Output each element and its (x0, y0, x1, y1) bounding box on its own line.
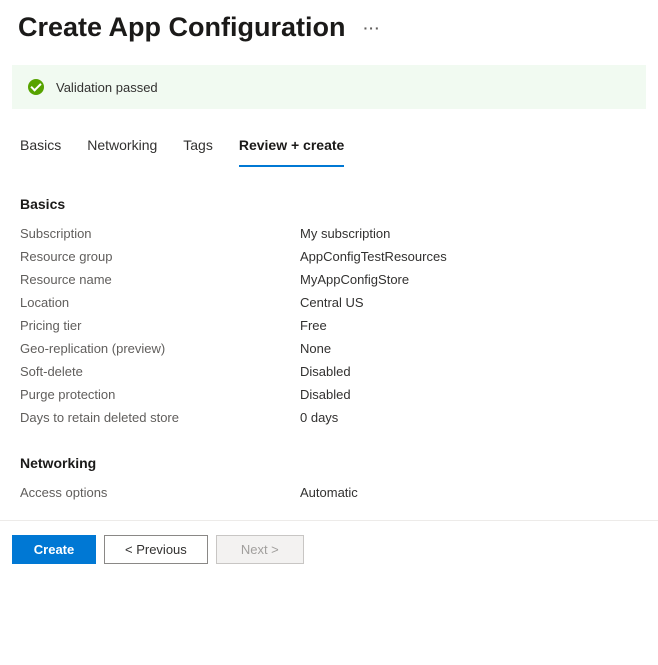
tab-networking[interactable]: Networking (87, 127, 157, 167)
label-access-options: Access options (20, 485, 300, 500)
value-resource-name: MyAppConfigStore (300, 272, 409, 287)
label-resource-name: Resource name (20, 272, 300, 287)
label-geo-replication: Geo-replication (preview) (20, 341, 300, 356)
row-retain-days: Days to retain deleted store 0 days (20, 410, 638, 425)
label-soft-delete: Soft-delete (20, 364, 300, 379)
row-access-options: Access options Automatic (20, 485, 638, 500)
label-resource-group: Resource group (20, 249, 300, 264)
value-subscription: My subscription (300, 226, 390, 241)
label-subscription: Subscription (20, 226, 300, 241)
value-resource-group: AppConfigTestResources (300, 249, 447, 264)
section-networking: Networking Access options Automatic (0, 455, 658, 500)
networking-heading: Networking (20, 455, 638, 471)
label-location: Location (20, 295, 300, 310)
row-soft-delete: Soft-delete Disabled (20, 364, 638, 379)
value-retain-days: 0 days (300, 410, 338, 425)
label-retain-days: Days to retain deleted store (20, 410, 300, 425)
row-pricing-tier: Pricing tier Free (20, 318, 638, 333)
validation-banner: Validation passed (12, 65, 646, 109)
row-purge-protection: Purge protection Disabled (20, 387, 638, 402)
checkmark-icon (28, 79, 44, 95)
value-location: Central US (300, 295, 364, 310)
section-basics: Basics Subscription My subscription Reso… (0, 196, 658, 425)
value-geo-replication: None (300, 341, 331, 356)
create-button[interactable]: Create (12, 535, 96, 564)
tab-basics[interactable]: Basics (20, 127, 61, 167)
footer: Create < Previous Next > (0, 520, 658, 578)
tab-review-create[interactable]: Review + create (239, 127, 344, 167)
tab-tags[interactable]: Tags (183, 127, 213, 167)
label-pricing-tier: Pricing tier (20, 318, 300, 333)
previous-button[interactable]: < Previous (104, 535, 208, 564)
row-subscription: Subscription My subscription (20, 226, 638, 241)
row-location: Location Central US (20, 295, 638, 310)
row-resource-group: Resource group AppConfigTestResources (20, 249, 638, 264)
value-pricing-tier: Free (300, 318, 327, 333)
validation-message: Validation passed (56, 80, 158, 95)
basics-heading: Basics (20, 196, 638, 212)
value-soft-delete: Disabled (300, 364, 351, 379)
page-title: Create App Configuration (18, 12, 346, 43)
tabs: Basics Networking Tags Review + create (0, 127, 658, 168)
row-resource-name: Resource name MyAppConfigStore (20, 272, 638, 287)
value-purge-protection: Disabled (300, 387, 351, 402)
more-icon[interactable]: ··· (364, 20, 381, 36)
next-button: Next > (216, 535, 304, 564)
value-access-options: Automatic (300, 485, 358, 500)
row-geo-replication: Geo-replication (preview) None (20, 341, 638, 356)
label-purge-protection: Purge protection (20, 387, 300, 402)
